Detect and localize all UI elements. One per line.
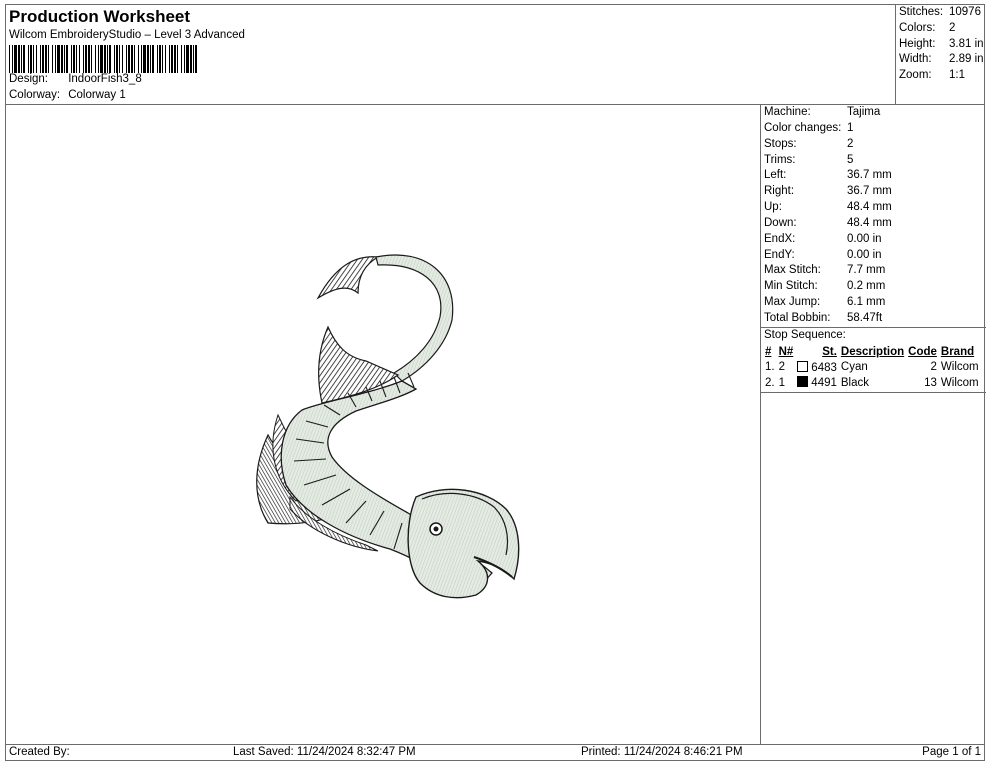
row-brand: Wilcom	[940, 376, 979, 389]
app-subtitle: Wilcom EmbroideryStudio – Level 3 Advanc…	[9, 29, 245, 41]
row-num: 2.	[765, 376, 775, 389]
page-number: Page 1 of 1	[922, 746, 981, 758]
col-description: Description	[840, 345, 905, 358]
stop-sequence-title: Stop Sequence:	[764, 328, 846, 341]
detail-value: 0.00 in	[847, 232, 882, 245]
detail-label: Up:	[764, 201, 782, 214]
row-description: Cyan	[840, 361, 868, 374]
colorway-label: Colorway:	[9, 89, 61, 101]
details-panel: Machine: Tajima Color changes: 1 Stops: 2 Trim…	[761, 105, 986, 394]
detail-label: Min Stitch:	[764, 280, 818, 293]
detail-row: Max Stitch: 7.7 mm	[761, 263, 986, 279]
stat-height: Height: 3.81 in	[899, 37, 984, 50]
stat-stitches: Stitches: 10976	[899, 6, 981, 18]
detail-row: Min Stitch: 0.2 mm	[761, 279, 986, 295]
detail-row: Trims: 5	[761, 153, 986, 169]
detail-value: Tajima	[847, 106, 881, 118]
detail-label: Max Stitch:	[764, 264, 821, 277]
col-code: Code	[908, 345, 937, 358]
row-num: 1.	[765, 361, 775, 374]
table-header: # N# St. Description Code Brand	[763, 344, 981, 360]
fish-embroidery-icon	[256, 254, 520, 599]
printed-date: Printed: 11/24/2024 8:46:21 PM	[581, 746, 743, 758]
page-title: Production Worksheet	[9, 7, 191, 26]
row-st: 6483	[795, 359, 839, 375]
detail-row: Machine: Tajima	[761, 105, 986, 121]
detail-label: Color changes:	[764, 121, 842, 134]
table-row: 1. 2 6483 Cyan 2 Wilcom	[763, 359, 981, 375]
detail-row: Stops: 2	[761, 137, 986, 153]
detail-row: Up: 48.4 mm	[761, 200, 986, 216]
detail-row: Down: 48.4 mm	[761, 216, 986, 232]
summary-stats: Stitches: 10976 Colors: 2 Height: 3.81 in W…	[896, 5, 986, 84]
details-list: Machine: Tajima Color changes: 1 Stops: 2 Trim…	[761, 105, 986, 327]
worksheet-footer: Created By: Last Saved: 11/24/2024 8:32:…	[5, 744, 985, 761]
detail-label: Total Bobbin:	[764, 311, 831, 324]
stat-zoom: Zoom: 1:1	[899, 69, 965, 82]
row-st: 4491	[795, 375, 839, 391]
col-brand: Brand	[940, 345, 975, 358]
detail-value: 7.7 mm	[847, 264, 886, 277]
row-code: 13	[924, 376, 937, 389]
design-label: Design:	[9, 73, 48, 85]
design-value: IndoorFish3_8	[68, 73, 142, 85]
detail-value: 6.1 mm	[847, 296, 886, 309]
detail-row: Left: 36.7 mm	[761, 168, 986, 184]
detail-label: Down:	[764, 216, 797, 229]
detail-label: EndX:	[764, 232, 796, 245]
detail-row: EndX: 0.00 in	[761, 232, 986, 248]
detail-value: 2	[847, 137, 854, 150]
table-row: 2. 1 4491 Black 13 Wilcom	[763, 375, 981, 391]
detail-value: 36.7 mm	[847, 185, 892, 198]
col-st: St.	[822, 345, 837, 358]
worksheet-header: Production Worksheet Wilcom EmbroiderySt…	[5, 4, 985, 105]
detail-row: Color changes: 1	[761, 121, 986, 137]
detail-value: 36.7 mm	[847, 169, 892, 182]
detail-label: Max Jump:	[764, 296, 821, 309]
detail-row: Max Jump: 6.1 mm	[761, 295, 986, 311]
colorway-value: Colorway 1	[68, 89, 126, 101]
separator	[761, 390, 986, 394]
detail-value: 5	[847, 153, 854, 166]
color-swatch	[797, 376, 809, 388]
col-num: #	[765, 345, 772, 358]
row-description: Black	[840, 376, 870, 389]
detail-value: 1	[847, 121, 854, 134]
detail-value: 48.4 mm	[847, 201, 892, 214]
row-n: 2	[778, 361, 785, 374]
detail-value: 48.4 mm	[847, 216, 892, 229]
detail-label: Right:	[764, 185, 795, 198]
color-swatch	[797, 360, 809, 372]
row-n: 1	[778, 376, 785, 389]
detail-value: 0.2 mm	[847, 280, 886, 293]
detail-value: 58.47ft	[847, 311, 883, 324]
worksheet-body: Machine: Tajima Color changes: 1 Stops: 2 Trim…	[5, 104, 986, 745]
detail-label: Trims:	[764, 153, 796, 166]
detail-label: Machine:	[764, 106, 811, 118]
detail-row: EndY: 0.00 in	[761, 248, 986, 264]
created-by: Created By:	[9, 746, 70, 758]
design-row: Design: IndoorFish3_8	[9, 73, 142, 85]
header-info: Production Worksheet Wilcom EmbroiderySt…	[6, 5, 896, 104]
stat-colors: Colors: 2	[899, 21, 956, 34]
detail-label: EndY:	[764, 248, 795, 261]
detail-row: Total Bobbin: 58.47ft	[761, 311, 986, 327]
detail-row: Right: 36.7 mm	[761, 184, 986, 200]
detail-label: Left:	[764, 169, 787, 182]
stop-sequence-table: # N# St. Description Code Brand 1. 2 6483 C…	[763, 344, 981, 391]
last-saved: Last Saved: 11/24/2024 8:32:47 PM	[233, 746, 416, 758]
stat-width: Width: 2.89 in	[899, 53, 984, 66]
col-n: N#	[778, 345, 794, 358]
design-preview	[6, 105, 761, 744]
row-code: 2	[930, 361, 937, 374]
detail-label: Stops:	[764, 137, 797, 150]
row-brand: Wilcom	[940, 361, 979, 374]
barcode	[9, 45, 197, 73]
detail-value: 0.00 in	[847, 248, 882, 261]
colorway-row: Colorway: Colorway 1	[9, 89, 126, 101]
